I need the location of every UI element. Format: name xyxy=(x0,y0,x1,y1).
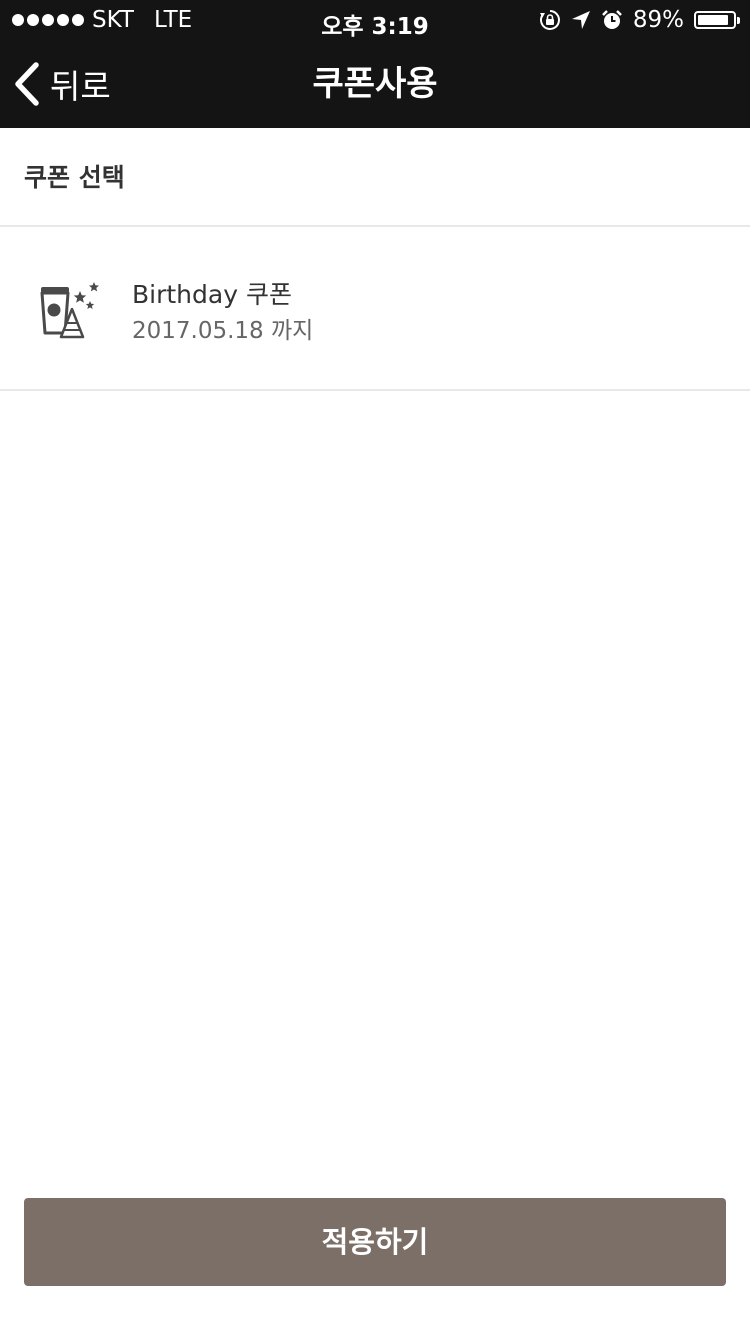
page-title: 쿠폰사용 xyxy=(312,64,438,104)
orientation-lock-icon xyxy=(539,9,561,31)
alarm-clock-icon xyxy=(601,9,623,31)
status-right: 89% xyxy=(539,7,740,33)
chevron-left-icon xyxy=(14,62,50,106)
coupon-expiry-date: 2017.05.18 까지 xyxy=(132,318,314,344)
back-button[interactable]: 뒤로 xyxy=(14,60,111,108)
back-label: 뒤로 xyxy=(50,67,111,106)
battery-percent: 89% xyxy=(632,7,684,33)
section-header: 쿠폰 선택 xyxy=(0,128,750,227)
section-title: 쿠폰 선택 xyxy=(24,163,125,192)
birthday-cup-icon xyxy=(36,279,102,341)
coupon-list-item[interactable]: Birthday 쿠폰 2017.05.18 까지 xyxy=(0,227,750,391)
battery-icon xyxy=(694,11,740,29)
apply-button[interactable]: 적용하기 xyxy=(24,1198,726,1286)
coupon-name: Birthday 쿠폰 xyxy=(132,280,292,309)
location-arrow-icon xyxy=(571,10,591,30)
navigation-bar: 쿠폰사용 뒤로 xyxy=(0,40,750,128)
status-bar: SKT LTE 오후 3:19 89% xyxy=(0,0,750,40)
